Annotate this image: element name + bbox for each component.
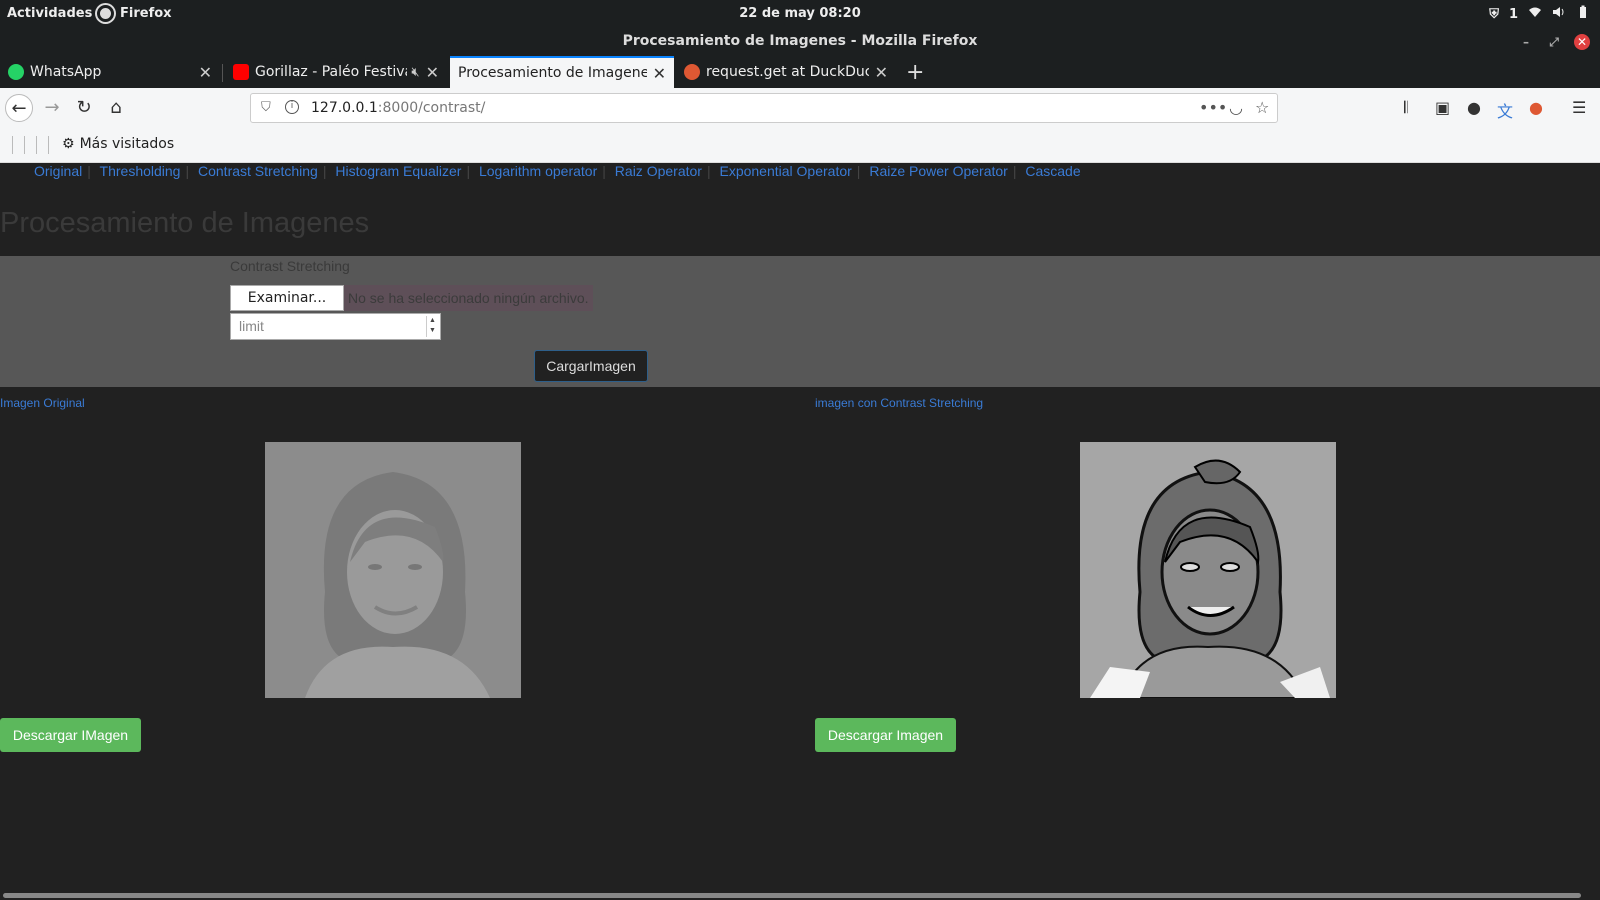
tab-label: request.get at DuckDuckGo bbox=[706, 64, 869, 80]
most-visited-bookmark[interactable]: ⚙ Más visitados bbox=[62, 136, 174, 152]
scrollbar-thumb[interactable] bbox=[3, 893, 1581, 898]
back-button[interactable]: ← bbox=[5, 94, 33, 122]
page-title: Procesamiento de Imagenes bbox=[0, 207, 370, 239]
original-image-caption: Imagen Original bbox=[0, 396, 85, 410]
bookmark-star-icon[interactable]: ☆ bbox=[1255, 98, 1269, 117]
bookmarks-toolbar: ⚙ Más visitados bbox=[0, 128, 1600, 163]
new-tab-button[interactable]: + bbox=[906, 60, 924, 85]
translate-icon[interactable]: 文 bbox=[1497, 98, 1513, 122]
muted-audio-icon[interactable]: 🔇︎ bbox=[411, 65, 419, 80]
forward-button[interactable]: → bbox=[38, 94, 66, 122]
processed-image-caption: imagen con Contrast Stretching bbox=[815, 396, 984, 410]
menu-contrast-stretching[interactable]: Contrast Stretching bbox=[198, 163, 318, 179]
file-status-text: No se ha seleccionado ningún archivo. bbox=[344, 285, 593, 311]
tab-gorillaz[interactable]: Gorillaz - Paléo Festival 🔇︎ ✕ bbox=[225, 56, 447, 88]
window-title: Procesamiento de Imagenes - Mozilla Fire… bbox=[622, 33, 978, 49]
sidebar-icon[interactable]: ▣ bbox=[1435, 98, 1450, 117]
url-text[interactable]: 127.0.0.1:8000/contrast/ bbox=[311, 100, 485, 116]
gear-icon: ⚙ bbox=[62, 136, 75, 152]
upload-form: Contrast Stretching Examinar... No se ha… bbox=[0, 256, 1600, 387]
tab-separator bbox=[222, 64, 223, 82]
menu-cascade[interactable]: Cascade bbox=[1025, 163, 1080, 179]
site-info-icon[interactable]: i bbox=[285, 100, 299, 114]
tab-label: Procesamiento de Imagenes bbox=[458, 65, 647, 81]
battery-icon bbox=[1576, 5, 1590, 23]
form-label: Contrast Stretching bbox=[230, 258, 350, 274]
download-original-button[interactable]: Descargar IMagen bbox=[0, 718, 141, 752]
original-image bbox=[265, 442, 521, 698]
app-menu-label: Firefox bbox=[120, 6, 172, 21]
youtube-icon bbox=[233, 64, 249, 80]
upload-image-button[interactable]: CargarImagen bbox=[534, 350, 648, 382]
spinner-arrows-icon[interactable]: ▲ ▼ bbox=[426, 316, 438, 337]
library-icon[interactable]: 𝄃 bbox=[1404, 98, 1408, 118]
page-actions-icon[interactable]: ••• bbox=[1199, 98, 1227, 117]
hamburger-menu-icon[interactable]: ☰ bbox=[1572, 98, 1586, 117]
close-tab-icon[interactable]: ✕ bbox=[653, 64, 666, 83]
whatsapp-icon bbox=[8, 64, 24, 80]
menu-histogram-equalizer[interactable]: Histogram Equalizer bbox=[335, 163, 461, 179]
menu-logarithm-operator[interactable]: Logarithm operator bbox=[479, 163, 597, 179]
pocket-icon[interactable]: ◡ bbox=[1229, 98, 1243, 117]
shield-icon: ⛨ bbox=[1489, 6, 1499, 22]
app-menu[interactable]: Firefox bbox=[97, 5, 172, 22]
menu-raize-power-operator[interactable]: Raize Power Operator bbox=[869, 163, 1008, 179]
window-title-bar: Procesamiento de Imagenes - Mozilla Fire… bbox=[0, 28, 1600, 56]
menu-thresholding[interactable]: Thresholding bbox=[100, 163, 181, 179]
url-bar[interactable]: ⛉ i 127.0.0.1:8000/contrast/ ••• ◡ ☆ bbox=[250, 93, 1278, 123]
page-content: Original | Thresholding | Contrast Stretch… bbox=[0, 163, 1600, 890]
home-button[interactable]: ⌂ bbox=[102, 94, 130, 122]
close-tab-icon[interactable]: ✕ bbox=[199, 63, 212, 82]
account-icon[interactable]: ● bbox=[1467, 98, 1481, 117]
tab-strip: WhatsApp ✕ Gorillaz - Paléo Festival 🔇︎ … bbox=[0, 56, 1600, 88]
close-tab-icon[interactable]: ✕ bbox=[875, 63, 888, 82]
activities-button[interactable]: Actividades bbox=[7, 6, 92, 21]
bookmark-separator bbox=[12, 136, 13, 154]
navigation-toolbar: ← → ↻ ⌂ ⛉ i 127.0.0.1:8000/contrast/ •••… bbox=[0, 88, 1600, 128]
duckduckgo-icon bbox=[684, 64, 700, 80]
tracking-protection-icon[interactable]: ⛉ bbox=[261, 100, 271, 115]
bookmark-separator bbox=[24, 136, 25, 154]
tab-procesamiento[interactable]: Procesamiento de Imagenes ✕ bbox=[450, 56, 674, 88]
wifi-icon bbox=[1528, 5, 1542, 23]
reload-button[interactable]: ↻ bbox=[70, 94, 98, 122]
bookmark-separator bbox=[36, 136, 37, 154]
most-visited-label: Más visitados bbox=[79, 136, 175, 152]
bookmark-separator bbox=[48, 136, 49, 154]
minimize-button[interactable]: – bbox=[1518, 34, 1534, 50]
menu-original[interactable]: Original bbox=[34, 163, 82, 179]
close-window-button[interactable]: ✕ bbox=[1574, 34, 1590, 50]
maximize-button[interactable]: ⤢ bbox=[1546, 34, 1562, 50]
gnome-top-bar: Actividades Firefox 22 de may 08:20 ⛨ 1 bbox=[0, 0, 1600, 28]
menu-raiz-operator[interactable]: Raiz Operator bbox=[615, 163, 702, 179]
tab-label: WhatsApp bbox=[30, 64, 102, 80]
notification-count: 1 bbox=[1508, 6, 1518, 22]
firefox-icon bbox=[97, 5, 114, 22]
close-tab-icon[interactable]: ✕ bbox=[426, 63, 439, 82]
download-processed-button[interactable]: Descargar Imagen bbox=[815, 718, 956, 752]
limit-placeholder: limit bbox=[239, 318, 264, 334]
volume-icon bbox=[1552, 5, 1566, 23]
duckduckgo-extension-icon[interactable]: ● bbox=[1529, 98, 1543, 117]
processed-image bbox=[1080, 442, 1336, 698]
page-menu: Original | Thresholding | Contrast Stretch… bbox=[34, 163, 1081, 179]
tab-whatsapp[interactable]: WhatsApp ✕ bbox=[0, 56, 220, 88]
limit-input[interactable]: limit ▲ ▼ bbox=[230, 313, 441, 340]
clock[interactable]: 22 de may 08:20 bbox=[0, 6, 1600, 21]
horizontal-scrollbar[interactable] bbox=[0, 890, 1600, 900]
system-tray[interactable]: ⛨ 1 bbox=[1489, 5, 1590, 23]
browse-file-button[interactable]: Examinar... bbox=[230, 285, 344, 311]
tab-duckduckgo[interactable]: request.get at DuckDuckGo ✕ bbox=[676, 56, 896, 88]
tab-label: Gorillaz - Paléo Festival bbox=[255, 64, 408, 80]
menu-exponential-operator[interactable]: Exponential Operator bbox=[719, 163, 851, 179]
